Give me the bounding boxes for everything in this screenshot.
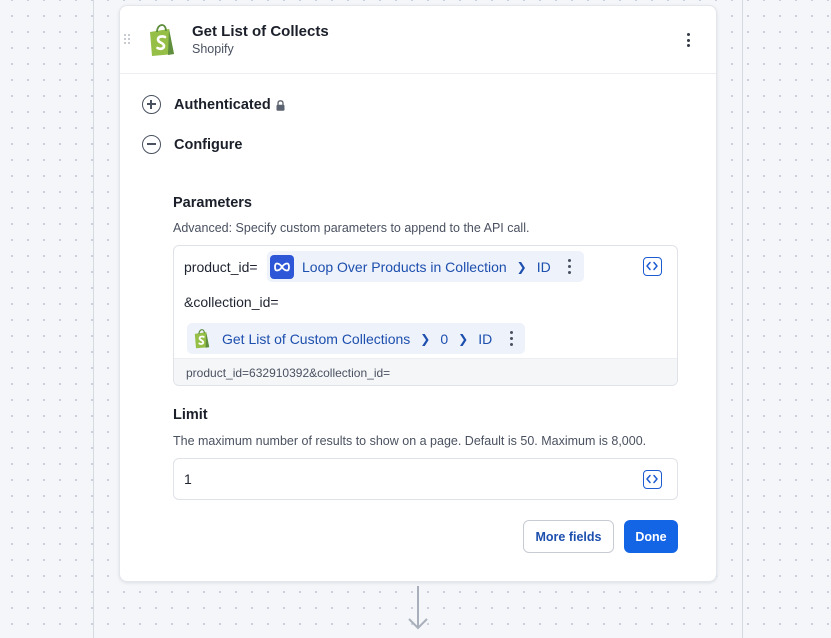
data-pill-loop-kebab-icon[interactable]	[568, 259, 572, 274]
data-pill-loop-path-0: ID	[536, 258, 551, 275]
canvas-guide-right	[742, 0, 743, 638]
section-authenticated-label: Authenticated	[174, 96, 271, 113]
section-authenticated[interactable]: Authenticated	[142, 95, 285, 114]
parameters-label: Parameters	[173, 195, 252, 211]
loop-icon	[270, 254, 294, 279]
data-pill-collections-path-1: ID	[478, 330, 493, 347]
data-pill-collections[interactable]: Get List of Custom Collections ❯ 0 ❯ ID	[187, 323, 526, 354]
limit-value: 1	[184, 471, 192, 487]
shopify-logo-icon	[150, 24, 174, 56]
step-header[interactable]: Get List of Collects Shopify	[120, 6, 716, 74]
canvas-guide-left	[93, 0, 94, 638]
collapse-minus-icon	[142, 135, 161, 154]
parameters-help: Advanced: Specify custom parameters to a…	[173, 221, 530, 235]
section-configure-label: Configure	[174, 136, 243, 153]
kebab-icon[interactable]	[682, 32, 694, 48]
step-title: Get List of Collects	[192, 23, 329, 40]
data-pill-loop[interactable]: Loop Over Products in Collection ❯ ID	[267, 251, 584, 282]
chevron-right-icon: ❯	[458, 331, 469, 346]
chevron-right-icon: ❯	[420, 331, 431, 346]
drag-handle-icon[interactable]	[123, 33, 131, 45]
more-fields-button[interactable]: More fields	[523, 520, 614, 553]
limit-help: The maximum number of results to show on…	[173, 434, 647, 448]
lock-icon	[276, 100, 285, 111]
data-pill-collections-path-0: 0	[440, 330, 449, 347]
parameters-preview: product_id=632910392&collection_id=	[174, 358, 677, 385]
shopify-icon	[190, 327, 214, 351]
chevron-right-icon: ❯	[516, 259, 527, 274]
arrow-down-icon	[408, 586, 428, 630]
code-toggle-icon[interactable]	[643, 470, 662, 489]
expand-plus-icon	[142, 95, 161, 114]
section-configure[interactable]: Configure	[142, 135, 242, 154]
step-card: Get List of Collects Shopify Authenticat…	[119, 5, 717, 582]
code-toggle-icon[interactable]	[643, 257, 662, 276]
done-button[interactable]: Done	[624, 520, 678, 553]
data-pill-collections-kebab-icon[interactable]	[509, 331, 513, 346]
step-app-name: Shopify	[192, 42, 234, 56]
limit-label: Limit	[173, 407, 208, 423]
parameters-input[interactable]: product_id= Loop Over Products in Collec…	[173, 245, 678, 386]
param-text-product-id: product_id=	[184, 259, 258, 275]
data-pill-collections-label: Get List of Custom Collections	[222, 330, 411, 347]
param-text-collection-id: &collection_id=	[184, 294, 279, 310]
limit-input[interactable]: 1	[173, 458, 678, 500]
data-pill-loop-label: Loop Over Products in Collection	[302, 258, 507, 275]
